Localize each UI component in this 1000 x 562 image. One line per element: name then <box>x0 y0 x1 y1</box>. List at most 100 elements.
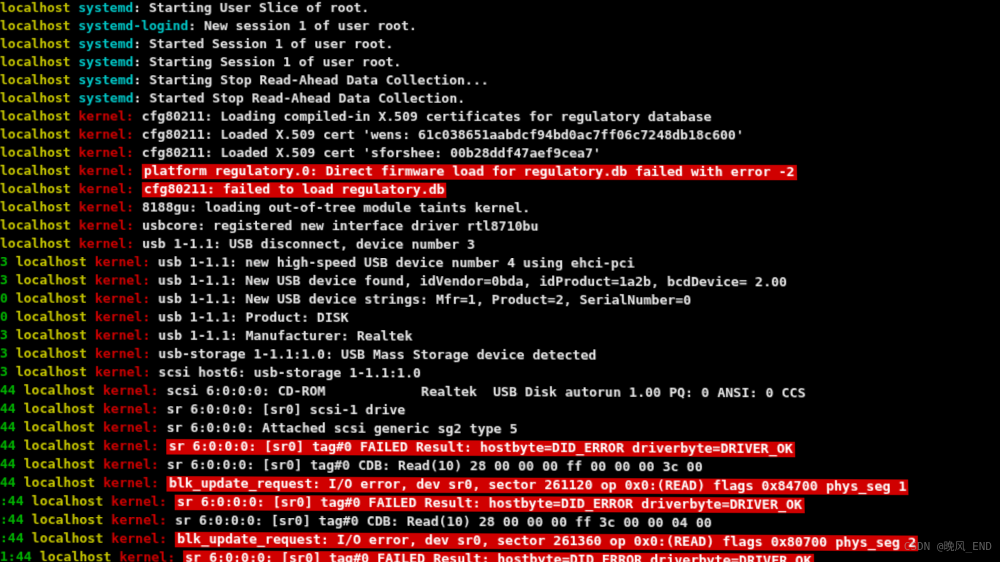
log-line: localhost kernel: cfg80211: Loaded X.509… <box>0 145 1000 165</box>
error-message: sr 6:0:0:0: [sr0] tag#0 FAILED Result: h… <box>167 439 795 457</box>
timestamp-fragment: 44 <box>0 401 24 416</box>
hostname: localhost <box>0 37 71 52</box>
message: sr 6:0:0:0: [sr0] tag#0 CDB: Read(10) 28… <box>175 513 712 531</box>
colon: : <box>133 55 149 70</box>
message: 8188gu: loading out-of-tree module taint… <box>142 200 530 216</box>
kernel-tag: kernel: <box>103 439 159 455</box>
error-message: platform regulatory.0: Direct firmware l… <box>142 164 797 180</box>
log-line: localhost kernel: platform regulatory.0:… <box>0 163 1000 183</box>
log-line: localhost kernel: cfg80211: Loaded X.509… <box>0 126 1000 146</box>
kernel-tag: kernel: <box>79 146 134 161</box>
message: usb 1-1.1: new high-speed USB device num… <box>158 255 635 271</box>
service-name: systemd <box>78 1 133 16</box>
hostname: localhost <box>0 218 71 233</box>
kernel-tag: kernel: <box>79 218 134 233</box>
error-message: blk_update_request: I/O error, dev sr0, … <box>167 476 909 495</box>
hostname: localhost <box>16 328 87 344</box>
message: usb 1-1.1: Manufacturer: Realtek <box>158 328 412 344</box>
kernel-tag: kernel: <box>103 420 159 436</box>
message: Starting Session 1 of user root. <box>149 55 401 70</box>
hostname: localhost <box>16 291 87 306</box>
timestamp-fragment: 44 <box>0 420 24 435</box>
timestamp-fragment: 3 <box>0 365 16 380</box>
kernel-tag: kernel: <box>95 347 151 363</box>
kernel-tag: kernel: <box>111 531 167 547</box>
message: scsi host6: usb-storage 1-1.1:1.0 <box>158 365 421 381</box>
hostname: localhost <box>40 550 112 562</box>
hostname: localhost <box>0 164 71 179</box>
hostname: localhost <box>0 237 71 252</box>
hostname: localhost <box>32 513 104 529</box>
hostname: localhost <box>0 182 71 197</box>
kernel-tag: kernel: <box>79 182 134 197</box>
hostname: localhost <box>24 457 96 473</box>
message: cfg80211: Loaded X.509 cert 'sforshee: 0… <box>142 146 601 162</box>
message: Started Stop Read-Ahead Data Collection. <box>149 91 465 106</box>
error-message: blk_update_request: I/O error, dev sr0, … <box>175 532 918 551</box>
service-name: systemd <box>78 73 133 88</box>
timestamp-fragment: 0 <box>0 310 16 325</box>
error-message: cfg80211: failed to load regulatory.db <box>142 182 447 198</box>
kernel-tag: kernel: <box>119 550 175 562</box>
message: New session 1 of user root. <box>204 19 417 34</box>
hostname: localhost <box>16 346 87 362</box>
hostname: localhost <box>16 255 87 270</box>
error-message: sr 6:0:0:0: [sr0] tag#0 FAILED Result: h… <box>175 495 805 514</box>
kernel-tag: kernel: <box>79 237 134 252</box>
hostname: localhost <box>0 91 71 106</box>
colon: : <box>188 19 204 34</box>
message: usbcore: registered new interface driver… <box>142 219 539 235</box>
colon: : <box>133 1 149 16</box>
kernel-tag: kernel: <box>95 273 150 288</box>
kernel-tag: kernel: <box>103 402 159 418</box>
kernel-tag: kernel: <box>111 513 167 529</box>
message: Started Session 1 of user root. <box>149 37 393 52</box>
hostname: localhost <box>0 1 71 16</box>
message: Starting User Slice of root. <box>149 1 369 16</box>
kernel-tag: kernel: <box>79 128 134 143</box>
kernel-tag: kernel: <box>111 494 167 510</box>
message: cfg80211: Loading compiled-in X.509 cert… <box>142 109 712 125</box>
timestamp-fragment: 44 <box>0 475 24 491</box>
kernel-tag: kernel: <box>95 328 151 343</box>
message: usb 1-1.1: New USB device found, idVendo… <box>158 273 787 290</box>
hostname: localhost <box>0 146 71 161</box>
colon: : <box>133 37 149 52</box>
message: scsi 6:0:0:0: CD-ROM Realtek USB Disk au… <box>166 384 805 402</box>
log-line: localhost systemd: Starting User Slice o… <box>0 0 1000 18</box>
service-name: systemd <box>78 55 133 70</box>
colon: : <box>134 91 150 106</box>
kernel-tag: kernel: <box>103 457 159 473</box>
kernel-tag: kernel: <box>95 292 150 307</box>
message: cfg80211: Loaded X.509 cert 'wens: 61c03… <box>142 128 744 144</box>
kernel-tag: kernel: <box>95 310 150 325</box>
timestamp-fragment: 44 <box>0 383 24 398</box>
watermark: CSDN @晚风_END <box>904 538 992 556</box>
colon: : <box>134 73 150 88</box>
hostname: localhost <box>0 73 71 88</box>
service-name: systemd-logind <box>78 19 188 34</box>
message: sr 6:0:0:0: [sr0] tag#0 CDB: Read(10) 28… <box>167 458 703 476</box>
hostname: localhost <box>16 310 87 325</box>
hostname: localhost <box>0 200 71 215</box>
kernel-tag: kernel: <box>103 476 159 492</box>
kernel-tag: kernel: <box>79 109 134 124</box>
hostname: localhost <box>24 438 95 454</box>
hostname: localhost <box>32 494 104 510</box>
hostname: localhost <box>0 19 71 34</box>
hostname: localhost <box>24 402 95 418</box>
hostname: localhost <box>0 55 71 70</box>
hostname: localhost <box>0 127 71 142</box>
message: sr 6:0:0:0: Attached scsi generic sg2 ty… <box>167 421 518 438</box>
message: usb 1-1.1: New USB device strings: Mfr=1… <box>158 292 691 309</box>
hostname: localhost <box>32 531 104 547</box>
timestamp-fragment: :44 <box>0 531 32 547</box>
log-line: localhost kernel: 8188gu: loading out-of… <box>0 199 1000 219</box>
timestamp-fragment: 44 <box>0 438 24 453</box>
timestamp-fragment: 3 <box>0 273 16 288</box>
timestamp-fragment: :44 <box>0 494 32 510</box>
message: usb-storage 1-1.1:1.0: USB Mass Storage … <box>158 347 596 364</box>
message: usb 1-1.1: Product: DISK <box>158 310 349 326</box>
log-line: localhost kernel: cfg80211: failed to lo… <box>0 181 1000 201</box>
kernel-tag: kernel: <box>79 164 134 179</box>
